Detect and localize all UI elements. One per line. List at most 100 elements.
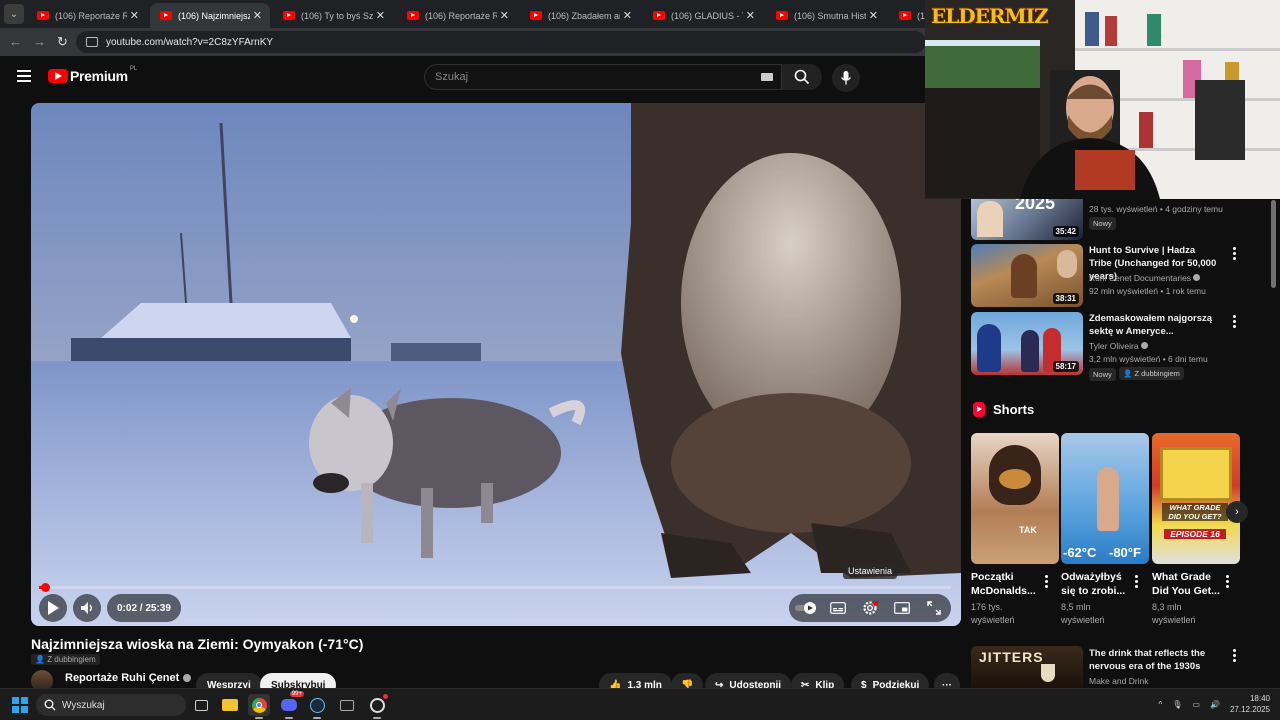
youtube-premium-logo[interactable]: Premium PL <box>48 66 137 84</box>
close-tab-icon[interactable]: ✕ <box>253 9 262 22</box>
browser-tab[interactable]: (106) Ty to byś Szczur✕ <box>273 3 393 28</box>
video-thumbnail[interactable]: JITTERS <box>971 646 1083 688</box>
voice-search-button[interactable] <box>832 64 860 92</box>
system-tray: ^ 🎙 ▭ 🔊 18:40 27.12.2025 <box>1159 693 1271 715</box>
search-input[interactable]: Szukaj <box>424 64 782 90</box>
verified-icon <box>1140 342 1148 349</box>
short-thumbnail[interactable]: TAK <box>971 433 1059 564</box>
recommendation-item[interactable]: 38:31 Hunt to Survive | Hadza Tribe (Unc… <box>971 244 1261 307</box>
time-display: 0:02 / 25:39 <box>107 594 181 622</box>
recommendation-item[interactable]: 58:17 Zdemaskowałem najgorszą sektę w Am… <box>971 312 1261 381</box>
youtube-favicon-icon <box>160 11 172 20</box>
url-field[interactable]: youtube.com/watch?v=2C8zYFArnKY <box>76 31 926 53</box>
reload-icon[interactable]: ↻ <box>57 34 68 50</box>
youtube-favicon-icon <box>530 11 542 20</box>
close-tab-icon[interactable]: ✕ <box>130 9 139 22</box>
short-thumbnail[interactable]: WHAT GRADE DID YOU GET? EPISODE 16 <box>1152 433 1240 564</box>
player-controls-right <box>789 594 951 622</box>
miniplayer-button[interactable] <box>891 597 913 619</box>
video-duration: 58:17 <box>1052 361 1079 372</box>
tab-label: (106) Zbadałem amer <box>548 10 620 21</box>
microphone-icon[interactable]: 🎙 <box>1172 700 1182 709</box>
channel-name-link[interactable]: Reportaże Ruhi Çenet <box>65 672 192 684</box>
player-controls-left: 0:02 / 25:39 <box>39 594 181 622</box>
browser-tab[interactable]: (106) Reportaże Ruhi✕ <box>397 3 517 28</box>
thumbnail-text-top: WHAT GRADE DID YOU GET? <box>1162 503 1228 521</box>
player-controls-pill <box>789 594 951 622</box>
subtitles-icon <box>830 602 846 614</box>
play-button[interactable] <box>39 594 67 622</box>
browser-tab[interactable]: (106) GLADIUS - You✕ <box>643 3 763 28</box>
search-button[interactable] <box>782 64 822 90</box>
taskbar-search[interactable]: Wyszukaj <box>36 694 186 716</box>
chrome-icon[interactable] <box>248 694 270 719</box>
obs-icon[interactable] <box>366 694 388 719</box>
more-options-icon[interactable] <box>1226 575 1229 588</box>
progress-scrubber[interactable] <box>41 583 50 592</box>
close-tab-icon[interactable]: ✕ <box>869 9 878 22</box>
short-views: 8,3 mln wyświetleń <box>1152 602 1196 625</box>
short-item[interactable]: TAK Początki McDonalds... 176 tys. wyświ… <box>971 433 1059 625</box>
channel-name[interactable]: Make and Drink <box>1089 676 1149 686</box>
more-options-icon[interactable] <box>1233 247 1236 260</box>
volume-icon[interactable]: 🔊 <box>1210 700 1220 709</box>
network-icon[interactable]: ▭ <box>1192 700 1200 709</box>
browser-tab[interactable]: (106 <box>889 3 925 28</box>
settings-tooltip: Ustawienia <box>843 563 898 579</box>
tab-search-button[interactable]: ⌄ <box>4 4 24 24</box>
browser-tab[interactable]: (106) Reportaże Ruhi✕ <box>27 3 147 28</box>
more-options-icon[interactable] <box>1233 649 1236 662</box>
task-view-icon[interactable] <box>190 694 212 716</box>
channel-name-link[interactable]: Ruhi Cenet Documentaries <box>1089 273 1201 283</box>
autoplay-toggle[interactable] <box>795 597 817 619</box>
video-title: Zdemaskowałem najgorszą sektę w Ameryce.… <box>1089 313 1213 337</box>
video-player[interactable]: Ustawienia 0:02 / 25:39 <box>31 103 961 626</box>
keyboard-icon[interactable] <box>761 73 773 81</box>
steam-icon[interactable] <box>306 694 328 719</box>
discord-icon[interactable]: 99+ <box>278 691 304 719</box>
volume-button[interactable] <box>73 594 101 622</box>
shorts-section-header: Shorts <box>973 402 1034 417</box>
channel-name-link[interactable]: Tyler Oliveira <box>1089 341 1148 351</box>
dubbing-icon: 👤 <box>35 655 48 664</box>
site-info-icon[interactable] <box>86 37 98 47</box>
subtitles-button[interactable] <box>827 597 849 619</box>
more-options-icon[interactable] <box>1233 315 1236 328</box>
close-tab-icon[interactable]: ✕ <box>500 9 509 22</box>
close-tab-icon[interactable]: ✕ <box>623 9 632 22</box>
more-options-icon[interactable] <box>1135 575 1138 588</box>
more-options-icon[interactable] <box>1045 575 1048 588</box>
chevron-up-icon[interactable]: ^ <box>1159 700 1163 709</box>
youtube-favicon-icon <box>407 11 419 20</box>
channel-name: Ruhi Cenet Documentaries <box>1089 273 1192 283</box>
short-thumbnail[interactable]: -62°C -80°F <box>1061 433 1149 564</box>
browser-tab-active[interactable]: (106) Najzimniejsza w✕ <box>150 3 270 28</box>
xbox-icon[interactable] <box>336 694 358 716</box>
close-tab-icon[interactable]: ✕ <box>746 9 755 22</box>
short-item[interactable]: WHAT GRADE DID YOU GET? EPISODE 16 What … <box>1152 433 1240 625</box>
browser-tab[interactable]: (106) Zbadałem amer✕ <box>520 3 640 28</box>
video-thumbnail[interactable]: 38:31 <box>971 244 1083 307</box>
progress-bar[interactable] <box>39 583 951 592</box>
file-explorer-icon[interactable] <box>219 694 241 716</box>
menu-icon[interactable] <box>17 70 31 82</box>
back-icon[interactable]: ← <box>9 34 22 49</box>
url-text: youtube.com/watch?v=2C8zYFArnKY <box>106 36 274 48</box>
scrollbar-thumb[interactable] <box>1271 200 1276 288</box>
recommendation-item[interactable]: 2025 35:42 28 tys. wyświetleń • 4 godzin… <box>971 177 1261 241</box>
taskbar-clock[interactable]: 18:40 27.12.2025 <box>1230 693 1270 715</box>
short-title: Odważyłbyś się to zrobi... <box>1061 571 1126 597</box>
short-item[interactable]: -62°C -80°F Odważyłbyś się to zrobi... 8… <box>1061 433 1149 625</box>
forward-icon[interactable]: → <box>33 34 46 49</box>
tab-label: (106) Smutna Historia <box>794 10 866 21</box>
fullscreen-button[interactable] <box>923 597 945 619</box>
recommendation-item[interactable]: JITTERS The drink that reflects the nerv… <box>971 646 1261 688</box>
youtube-favicon-icon <box>283 11 295 20</box>
browser-tab[interactable]: (106) Smutna Historia✕ <box>766 3 886 28</box>
windows-start-icon[interactable] <box>12 697 28 713</box>
settings-button[interactable] <box>859 597 881 619</box>
gear-icon <box>863 601 878 615</box>
close-tab-icon[interactable]: ✕ <box>376 9 385 22</box>
shorts-next-button[interactable]: › <box>1226 501 1248 523</box>
video-thumbnail[interactable]: 58:17 <box>971 312 1083 375</box>
